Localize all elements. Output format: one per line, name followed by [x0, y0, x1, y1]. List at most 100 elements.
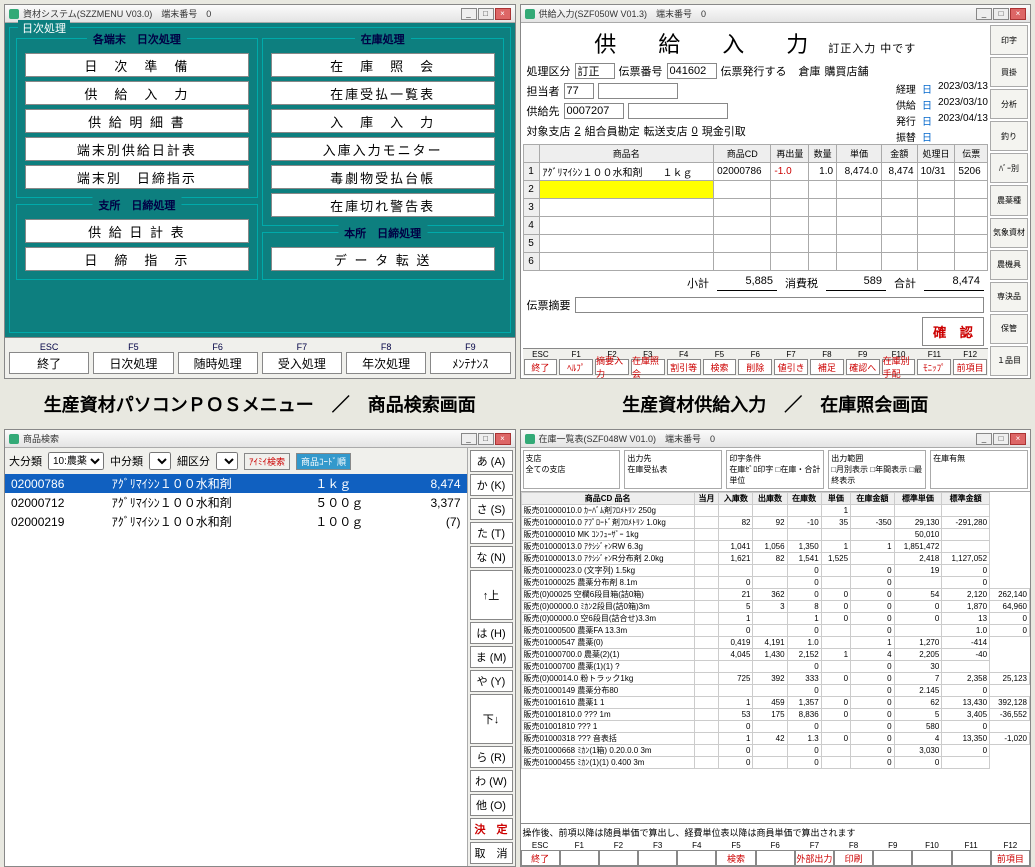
- decide-button[interactable]: 決 定: [470, 818, 513, 840]
- result-list[interactable]: 02000786ｱｸﾞﾘﾏｲｼﾝ１００水和剤１ｋｇ8,474 02000712ｱ…: [5, 474, 467, 866]
- side-button[interactable]: ﾊﾞｰ別: [990, 153, 1028, 183]
- table-row[interactable]: 販売01000455 ﾐｶﾝ(1)(1) 0.400 3m0000: [521, 757, 1030, 769]
- close-button[interactable]: ×: [495, 433, 511, 445]
- table-row[interactable]: 販売01001610 農薬1 114591,357006213,430392,1…: [521, 697, 1030, 709]
- table-row[interactable]: 販売(0)00000.0 ﾐｶﾝ2段目(詰0箱)3m5380001,87064,…: [521, 601, 1030, 613]
- fkey-button[interactable]: 検索: [703, 359, 737, 375]
- fkey-button[interactable]: 補足: [810, 359, 844, 375]
- fkey-button[interactable]: [599, 850, 638, 866]
- scroll-down-button[interactable]: 下↓: [470, 694, 513, 744]
- table-row[interactable]: 販売01000010 MK ｺﾝﾌｭｰｻﾞｰ 1kg50,010: [521, 529, 1030, 541]
- table-row[interactable]: 販売01000013.0 ｱｸｼｼﾞｬﾝRW 6.3g1,0411,0561,3…: [521, 541, 1030, 553]
- minimize-button[interactable]: _: [976, 8, 992, 20]
- kana-key[interactable]: わ (W): [470, 770, 513, 792]
- table-row[interactable]: 販売01000700.0 農薬(2)(1)4,0451,4302,152142,…: [521, 649, 1030, 661]
- fkey-button[interactable]: [560, 850, 599, 866]
- menu-button[interactable]: 在庫切れ警告表: [271, 193, 495, 217]
- menu-button[interactable]: 供 給 入 力: [25, 81, 249, 105]
- major-class-select[interactable]: 10:農薬: [48, 452, 104, 470]
- kana-key[interactable]: あ (A): [470, 450, 513, 472]
- side-button[interactable]: 印字: [990, 25, 1028, 55]
- close-button[interactable]: ×: [1010, 433, 1026, 445]
- table-row[interactable]: 2: [523, 181, 988, 199]
- detail-class-select[interactable]: [216, 452, 238, 470]
- menu-button[interactable]: 入 庫 入 力: [271, 109, 495, 133]
- list-item[interactable]: 02000219ｱｸﾞﾘﾏｲｼﾝ１００水和剤１００ｇ(7): [5, 512, 467, 531]
- table-row[interactable]: 販売01000010.0 ｶｰﾊﾞﾑ剤ﾌﾛﾒﾄﾘﾝ 250g1: [521, 505, 1030, 517]
- filter-box[interactable]: 出力先在庫受払表: [624, 450, 722, 489]
- kana-key[interactable]: ら (R): [470, 746, 513, 768]
- table-row[interactable]: 販売01000023.0 (文字列) 1.5kg00190: [521, 565, 1030, 577]
- fkey-button[interactable]: 割引等: [667, 359, 701, 375]
- list-item[interactable]: 02000712ｱｸﾞﾘﾏｲｼﾝ１００水和剤５００ｇ3,377: [5, 493, 467, 512]
- minimize-button[interactable]: _: [461, 433, 477, 445]
- kana-key[interactable]: や (Y): [470, 670, 513, 692]
- customer-field[interactable]: 0007207: [564, 103, 624, 119]
- menu-button[interactable]: 毒劇物受払台帳: [271, 165, 495, 189]
- menu-button[interactable]: 入庫入力モニター: [271, 137, 495, 161]
- minimize-button[interactable]: _: [461, 8, 477, 20]
- kana-key[interactable]: は (H): [470, 622, 513, 644]
- sort-chip[interactable]: 商品ｺｰﾄﾞ順: [296, 453, 351, 470]
- filter-box[interactable]: 支店全ての支店: [523, 450, 621, 489]
- kana-key[interactable]: ま (M): [470, 646, 513, 668]
- staff-field[interactable]: 77: [564, 83, 594, 99]
- side-button[interactable]: 農薬種: [990, 185, 1028, 215]
- side-button[interactable]: 買掛: [990, 57, 1028, 87]
- menu-button[interactable]: 供 給 日 計 表: [25, 219, 249, 243]
- maximize-button[interactable]: □: [993, 433, 1009, 445]
- table-row[interactable]: 販売(0)00025 空欄6段目箱(詰0箱)21362000542,120262…: [521, 589, 1030, 601]
- table-row[interactable]: 販売01001810.0 ??? 1m531758,8360053,405-36…: [521, 709, 1030, 721]
- table-row[interactable]: 販売(0)00014.0 粉トラック1kg7253923330072,35825…: [521, 673, 1030, 685]
- kana-key[interactable]: な (N): [470, 546, 513, 568]
- maximize-button[interactable]: □: [478, 433, 494, 445]
- fkey-button[interactable]: 随時処理: [178, 352, 258, 374]
- side-button[interactable]: １品目: [990, 346, 1028, 376]
- menu-button[interactable]: 日 次 準 備: [25, 53, 249, 77]
- table-row[interactable]: 販売01000013.0 ｱｸｼｼﾞｬﾝR分布剤 2.0kg1,621821,5…: [521, 553, 1030, 565]
- menu-button[interactable]: 在庫受払一覧表: [271, 81, 495, 105]
- fkey-button[interactable]: [756, 850, 795, 866]
- kana-key[interactable]: か (K): [470, 474, 513, 496]
- table-row[interactable]: 販売01000700 農薬(1)(1) ?0030: [521, 661, 1030, 673]
- fkey-button[interactable]: 終了: [524, 359, 558, 375]
- mid-class-select[interactable]: [149, 452, 171, 470]
- fkey-button[interactable]: 年次処理: [346, 352, 426, 374]
- fkey-button[interactable]: 値引き: [774, 359, 808, 375]
- inventory-table[interactable]: 商品CD 品名当月入庫数出庫数在庫数単価在庫金額標準単価標準金額販売010000…: [521, 492, 1031, 823]
- fkey-button[interactable]: 日次処理: [93, 352, 173, 374]
- filter-box[interactable]: 在庫有無: [930, 450, 1028, 489]
- table-row[interactable]: 販売01000318 ??? 音表括1421.300413,350-1,020: [521, 733, 1030, 745]
- side-button[interactable]: 釣り: [990, 121, 1028, 151]
- maximize-button[interactable]: □: [993, 8, 1009, 20]
- fkey-button[interactable]: 検索: [716, 850, 755, 866]
- kana-key[interactable]: た (T): [470, 522, 513, 544]
- fkey-button[interactable]: 摘要入力: [595, 359, 629, 375]
- fkey-button[interactable]: 外部出力: [795, 850, 834, 866]
- table-row[interactable]: 販売01000668 ﾐｶﾝ(1箱) 0.20.0.0 3m0003,0300: [521, 745, 1030, 757]
- menu-button[interactable]: デ ー タ 転 送: [271, 247, 495, 271]
- close-button[interactable]: ×: [1010, 8, 1026, 20]
- fkey-button[interactable]: 終了: [9, 352, 89, 374]
- fkey-button[interactable]: 確認へ: [846, 359, 880, 375]
- fkey-button[interactable]: 受入処理: [262, 352, 342, 374]
- table-row[interactable]: 販売01000547 農薬(0)0,4194,1911.011,270-414: [521, 637, 1030, 649]
- kana-key[interactable]: 他 (O): [470, 794, 513, 816]
- fkey-button[interactable]: 在庫別手配: [882, 359, 916, 375]
- fkey-button[interactable]: 前項目: [991, 850, 1030, 866]
- side-button[interactable]: 気象資材: [990, 218, 1028, 248]
- table-row[interactable]: 4: [523, 217, 988, 235]
- table-row[interactable]: 販売01000500 農薬FA 13.3m0001.00: [521, 625, 1030, 637]
- fkey-button[interactable]: ﾍﾙﾌﾟ: [559, 359, 593, 375]
- fkey-button[interactable]: [873, 850, 912, 866]
- filter-box[interactable]: 印字条件在庫ｾﾞﾛ印字 □在庫・合計単位: [726, 450, 824, 489]
- kana-key[interactable]: さ (S): [470, 498, 513, 520]
- list-item[interactable]: 02000786ｱｸﾞﾘﾏｲｼﾝ１００水和剤１ｋｇ8,474: [5, 474, 467, 493]
- table-row[interactable]: 販売01001810 ??? 10005800: [521, 721, 1030, 733]
- fuzzy-search-chip[interactable]: ｱｲﾐｲ検索: [244, 453, 290, 470]
- menu-button[interactable]: 供 給 明 細 書: [25, 109, 249, 133]
- slip-no[interactable]: 041602: [667, 63, 717, 79]
- side-button[interactable]: 専決品: [990, 282, 1028, 312]
- table-row[interactable]: 6: [523, 253, 988, 271]
- menu-button[interactable]: 在 庫 照 会: [271, 53, 495, 77]
